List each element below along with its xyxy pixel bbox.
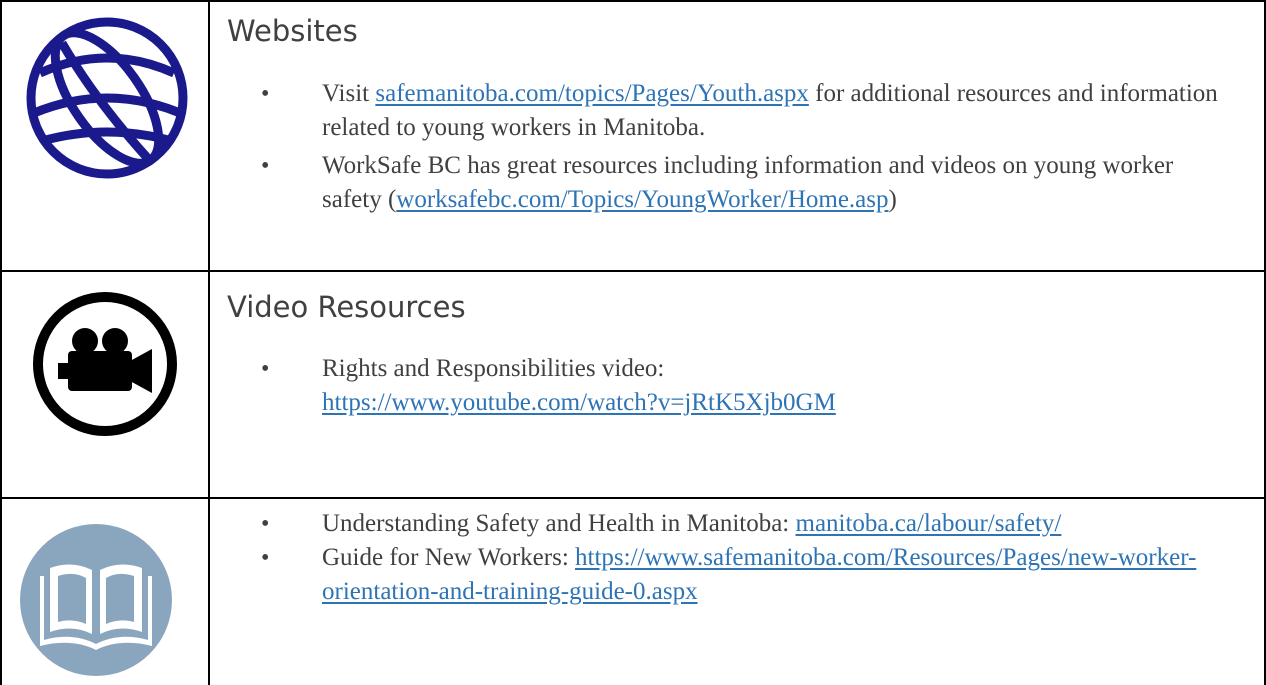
icon-cell: [0, 0, 208, 270]
book-icon: [20, 524, 172, 676]
list-item: Visit safemanitoba.com/topics/Pages/Yout…: [227, 77, 1227, 145]
list-item: Rights and Responsibilities video: https…: [227, 352, 1227, 420]
safemanitoba-youth-link[interactable]: safemanitoba.com/topics/Pages/Youth.aspx: [375, 80, 809, 107]
item-text: Rights and Responsibilities video:: [322, 355, 665, 382]
manitoba-safety-link[interactable]: manitoba.ca/labour/safety/: [796, 510, 1062, 537]
item-text: Guide for New Workers:: [322, 544, 576, 571]
icon-cell: [0, 499, 208, 685]
item-text-after: ): [888, 186, 897, 213]
list-item: Understanding Safety and Health in Manit…: [227, 507, 1237, 541]
section-heading: Video Resources: [227, 290, 466, 324]
worksafebc-link[interactable]: worksafebc.com/Topics/YoungWorker/Home.a…: [396, 186, 888, 213]
list-item: Guide for New Workers: https://www.safem…: [227, 541, 1237, 609]
item-text: Visit: [322, 80, 376, 107]
video-camera-icon: [33, 292, 177, 436]
section-heading: Websites: [227, 14, 358, 48]
list-item: WorkSafe BC has great resources includin…: [227, 149, 1227, 217]
table-row-video-resources: Video Resources Rights and Responsibilit…: [0, 272, 1266, 497]
bullet-list: Rights and Responsibilities video: https…: [227, 352, 1227, 420]
table-row-websites: Websites Visit safemanitoba.com/topics/P…: [0, 0, 1266, 270]
globe-icon: [26, 17, 188, 179]
item-text: Understanding Safety and Health in Manit…: [322, 510, 796, 537]
row-content: Video Resources Rights and Responsibilit…: [227, 272, 1256, 497]
bullet-list: Visit safemanitoba.com/topics/Pages/Yout…: [227, 77, 1227, 217]
table-row-guides: Understanding Safety and Health in Manit…: [0, 499, 1266, 685]
bullet-list: Understanding Safety and Health in Manit…: [227, 507, 1237, 609]
row-content: Websites Visit safemanitoba.com/topics/P…: [227, 0, 1256, 270]
icon-cell: [0, 272, 208, 497]
row-content: Understanding Safety and Health in Manit…: [227, 499, 1256, 685]
resources-table: Websites Visit safemanitoba.com/topics/P…: [0, 0, 1266, 685]
youtube-video-link[interactable]: https://www.youtube.com/watch?v=jRtK5Xjb…: [322, 389, 836, 416]
